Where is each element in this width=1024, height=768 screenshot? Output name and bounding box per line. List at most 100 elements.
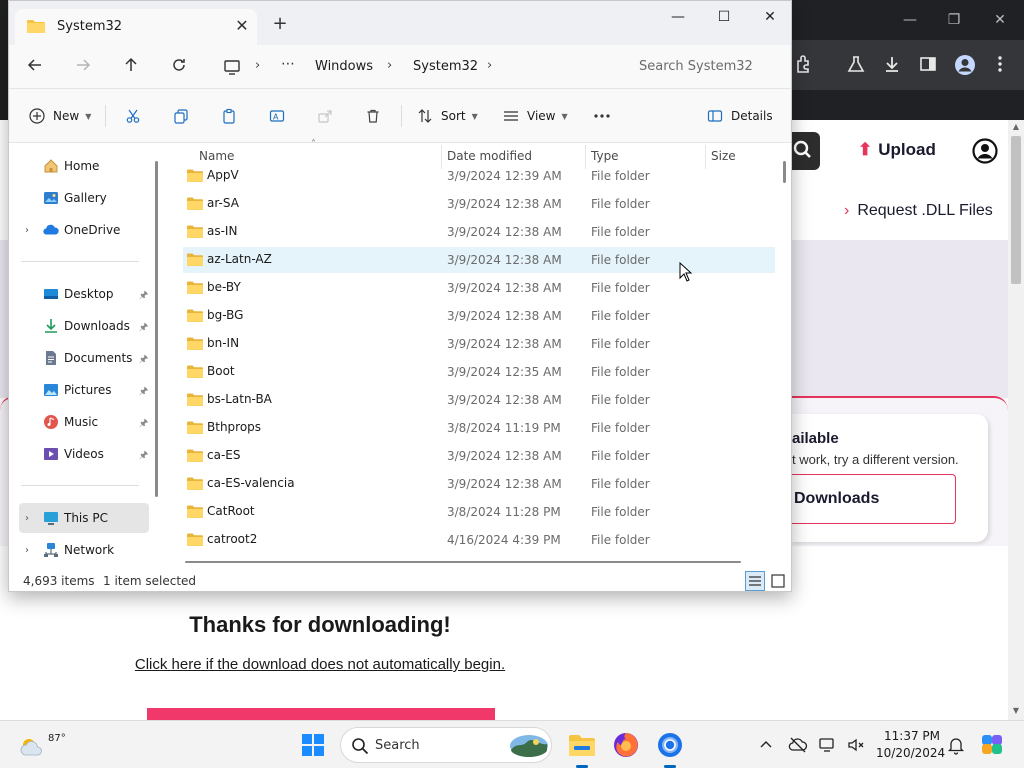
breadcrumb-system32[interactable]: System32	[413, 59, 478, 74]
paste-button[interactable]	[221, 104, 237, 128]
clock-date[interactable]: 10/20/2024	[876, 746, 945, 760]
navpane-scrollbar[interactable]	[155, 161, 158, 497]
show-hidden-icons-chevron-icon[interactable]	[756, 735, 776, 755]
new-tab-button[interactable]: +	[269, 13, 291, 35]
filelist-vertical-scrollbar[interactable]	[783, 161, 786, 183]
page-scroll-thumb[interactable]	[1011, 136, 1021, 284]
breadcrumb-overflow-icon[interactable]: ⋯	[281, 56, 296, 72]
file-explorer-taskbar-icon[interactable]	[566, 729, 598, 768]
details-view-toggle[interactable]	[745, 571, 765, 591]
start-button[interactable]	[302, 734, 324, 756]
nav-item-music[interactable]: Music 🖈	[19, 407, 149, 437]
upload-link[interactable]: ⬆ Upload	[858, 140, 936, 160]
downloads-button[interactable]: Downloads	[792, 474, 956, 524]
pin-icon[interactable]: 🖈	[139, 320, 148, 337]
weather-widget[interactable]: 87°	[18, 727, 66, 763]
site-search-button[interactable]	[792, 132, 820, 170]
refresh-icon[interactable]	[169, 55, 193, 79]
request-dll-link[interactable]: › Request .DLL Files	[844, 202, 993, 220]
page-scrollbar[interactable]: ▲ ▼	[1008, 120, 1024, 720]
breadcrumb-windows[interactable]: Windows	[315, 59, 373, 74]
file-row[interactable]: bg-BG 3/9/2024 12:38 AM File folder	[183, 303, 775, 329]
details-pane-button[interactable]: Details	[707, 104, 773, 128]
file-row[interactable]: bs-Latn-BA 3/9/2024 12:38 AM File folder	[183, 387, 775, 413]
pin-icon[interactable]: 🖈	[139, 384, 148, 401]
profile-icon[interactable]	[954, 54, 976, 76]
sort-button[interactable]: Sort ▼	[417, 104, 478, 128]
up-arrow-icon[interactable]	[121, 55, 145, 79]
pin-icon[interactable]: 🖈	[139, 352, 148, 369]
forward-arrow-icon[interactable]	[73, 55, 97, 79]
manual-download-link[interactable]: Click here if the download does not auto…	[0, 656, 640, 673]
network-status-icon[interactable]	[818, 735, 838, 755]
maximize-button[interactable]: ☐	[701, 5, 747, 29]
browser-restore-button[interactable]: ❐	[944, 10, 964, 30]
column-header-date[interactable]: Date modified	[447, 149, 532, 163]
file-row[interactable]: ca-ES-valencia 3/9/2024 12:38 AM File fold…	[183, 471, 775, 497]
clock-time[interactable]: 11:37 PM	[884, 729, 940, 743]
cloud-sync-icon[interactable]	[788, 735, 808, 755]
download-icon[interactable]	[882, 54, 904, 76]
browser-close-button[interactable]: ✕	[990, 10, 1010, 30]
close-button[interactable]: ✕	[747, 5, 791, 29]
minimize-button[interactable]: —	[655, 5, 701, 29]
chevron-right-icon[interactable]: ›	[25, 513, 29, 524]
scroll-up-arrow-icon[interactable]: ▲	[1008, 122, 1024, 131]
view-button[interactable]: View ▼	[503, 104, 568, 128]
nav-item-onedrive[interactable]: › OneDrive	[19, 215, 149, 245]
chevron-right-icon[interactable]: ›	[25, 225, 29, 236]
copy-button[interactable]	[173, 104, 189, 128]
nav-item-desktop[interactable]: Desktop 🖈	[19, 279, 149, 309]
new-button[interactable]: New ▼	[29, 104, 91, 128]
more-options-button[interactable]	[593, 104, 611, 128]
tiles-view-toggle[interactable]	[769, 572, 787, 590]
file-row[interactable]: bn-IN 3/9/2024 12:38 AM File folder	[183, 331, 775, 357]
column-header-type[interactable]: Type	[591, 149, 619, 163]
nav-item-pictures[interactable]: Pictures 🖈	[19, 375, 149, 405]
volume-muted-icon[interactable]	[846, 735, 866, 755]
file-row[interactable]: ar-SA 3/9/2024 12:38 AM File folder	[183, 191, 775, 217]
explorer-tab[interactable]: System32 ✕	[15, 9, 257, 45]
extensions-icon[interactable]	[794, 54, 816, 76]
search-input[interactable]: Search System32	[629, 53, 785, 81]
share-button[interactable]	[317, 104, 333, 128]
notification-bell-icon[interactable]	[946, 735, 966, 755]
tab-close-icon[interactable]: ✕	[231, 15, 253, 37]
file-row[interactable]: CatRoot 3/8/2024 11:28 PM File folder	[183, 499, 775, 525]
delete-button[interactable]	[365, 104, 381, 128]
pin-icon[interactable]: 🖈	[139, 448, 148, 465]
side-panel-icon[interactable]	[918, 54, 940, 76]
column-header-size[interactable]: Size	[711, 149, 736, 163]
file-row[interactable]: as-IN 3/9/2024 12:38 AM File folder	[183, 219, 775, 245]
nav-item-videos[interactable]: Videos 🖈	[19, 439, 149, 469]
nav-item-gallery[interactable]: Gallery	[19, 183, 149, 213]
pin-icon[interactable]: 🖈	[139, 288, 148, 305]
nav-item-documents[interactable]: Documents 🖈	[19, 343, 149, 373]
labs-flask-icon[interactable]	[846, 54, 868, 76]
browser-minimize-button[interactable]: —	[900, 10, 920, 30]
filelist-horizontal-scrollbar[interactable]	[185, 561, 741, 563]
back-arrow-icon[interactable]	[25, 55, 49, 79]
nav-item-home[interactable]: Home	[19, 151, 149, 181]
address-bar[interactable]: › ⋯ Windows › System32 ›	[215, 51, 627, 83]
file-row[interactable]: Bthprops 3/8/2024 11:19 PM File folder	[183, 415, 775, 441]
copilot-icon[interactable]	[980, 732, 1006, 758]
column-header-name[interactable]: Name	[199, 149, 234, 163]
chevron-right-icon[interactable]: ›	[25, 545, 29, 556]
file-row[interactable]: catroot2 4/16/2024 4:39 PM File folder	[183, 527, 775, 553]
rename-button[interactable]: A	[269, 104, 285, 128]
nav-item-this-pc[interactable]: › This PC	[19, 503, 149, 533]
file-row[interactable]: ca-ES 3/9/2024 12:38 AM File folder	[183, 443, 775, 469]
file-row[interactable]: AppV 3/9/2024 12:39 AM File folder	[183, 163, 775, 189]
browser-menu-icon[interactable]	[990, 54, 1012, 76]
account-icon[interactable]	[972, 138, 998, 164]
scroll-down-arrow-icon[interactable]: ▼	[1008, 706, 1024, 715]
taskbar-search-box[interactable]: Search	[340, 727, 552, 763]
firefox-taskbar-icon[interactable]	[610, 729, 642, 761]
file-row[interactable]: Boot 3/9/2024 12:35 AM File folder	[183, 359, 775, 385]
cut-button[interactable]	[125, 104, 141, 128]
chrome-taskbar-icon[interactable]	[654, 729, 686, 768]
nav-item-downloads[interactable]: Downloads 🖈	[19, 311, 149, 341]
nav-item-network[interactable]: › Network	[19, 535, 149, 565]
pin-icon[interactable]: 🖈	[139, 416, 148, 433]
